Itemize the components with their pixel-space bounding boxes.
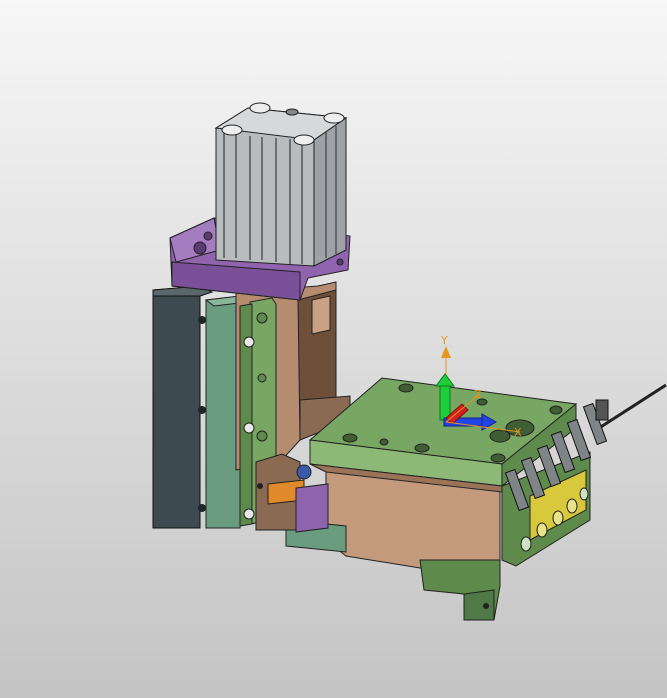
dark-side-block[interactable] [152, 285, 214, 529]
sensor-icon [296, 464, 312, 480]
axis-label-x: X [514, 426, 522, 439]
3d-viewport[interactable]: Y X Z [0, 0, 667, 698]
screw-icon [256, 312, 268, 324]
axis-label-z: Z [474, 388, 482, 401]
screw-icon [257, 373, 267, 383]
assembly-model[interactable]: Y X Z [0, 0, 667, 698]
screw-icon [243, 422, 255, 434]
pneumatic-cylinder[interactable] [214, 102, 348, 267]
screw-icon [243, 336, 255, 348]
screw-icon [243, 508, 255, 520]
screw-icon [256, 430, 268, 442]
axis-label-y: Y [440, 334, 448, 347]
bottom-bracket[interactable] [419, 559, 501, 621]
